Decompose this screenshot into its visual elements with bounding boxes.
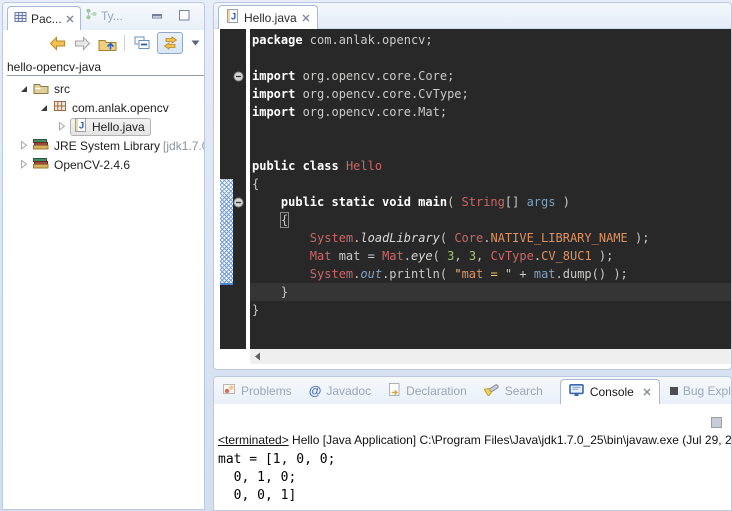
declaration-icon	[388, 383, 401, 399]
javadoc-at-icon: @	[309, 383, 322, 398]
java-file-icon: J	[74, 118, 87, 135]
code-line[interactable]: public static void main( String[] args )	[250, 193, 732, 211]
terminate-button[interactable]	[711, 417, 722, 431]
editor-tabbar: J Hello.java	[214, 3, 731, 29]
tree-item-project[interactable]: hello-opencv-java	[7, 58, 205, 76]
package-icon	[53, 100, 67, 115]
editor-panel: J Hello.java package com.anlak.opencv; im…	[213, 2, 732, 370]
tab-type-hierarchy[interactable]: Ty...	[85, 8, 123, 23]
code-line[interactable]: import org.opencv.core.Core;	[250, 67, 732, 85]
code-line[interactable]	[250, 49, 732, 67]
tree-item-package[interactable]: com.anlak.opencv	[39, 98, 169, 117]
library-decoration: [jdk1.7.0	[163, 139, 205, 153]
terminated-label: <terminated>	[218, 433, 289, 447]
collapse-all-button[interactable]	[132, 33, 152, 53]
close-icon[interactable]	[302, 11, 310, 25]
code-line[interactable]: }	[250, 301, 732, 319]
bug-explorer-icon	[670, 384, 678, 398]
svg-text:J: J	[79, 121, 84, 132]
console-output-line: mat = [1, 0, 0;	[218, 451, 335, 469]
code-line[interactable]: Mat mat = Mat.eye( 3, 3, CvType.CV_8UC1 …	[250, 247, 732, 265]
collapsed-arrow-icon[interactable]	[57, 122, 66, 131]
library-icon	[33, 157, 49, 173]
console-output: mat = [1, 0, 0; 0, 1, 0; 0, 0, 1]	[218, 451, 335, 505]
code-line[interactable]: System.out.println( "mat = " + mat.dump(…	[250, 265, 732, 283]
annotation-ruler[interactable]	[220, 29, 246, 349]
tab-problems[interactable]: Problems	[222, 383, 292, 398]
tree-item-jre-library[interactable]: JRE System Library [jdk1.7.0	[19, 136, 205, 155]
view-tabbar: Pac... Ty...	[3, 3, 204, 30]
tree-item-hello-java[interactable]: J Hello.java	[57, 117, 151, 136]
tab-label: Pac...	[31, 12, 62, 26]
console-body: <terminated> Hello [Java Application] C:…	[214, 404, 731, 511]
tab-bug-explorer[interactable]: Bug Explorer	[670, 384, 732, 398]
editor-tab-hello-java[interactable]: J Hello.java	[218, 5, 318, 29]
tab-declaration[interactable]: Declaration	[388, 383, 467, 399]
fold-collapse-icon[interactable]	[233, 197, 244, 211]
expanded-arrow-icon[interactable]	[39, 104, 48, 112]
link-with-editor-button[interactable]	[157, 32, 183, 54]
minimize-icon[interactable]	[152, 10, 163, 24]
tab-label: Ty...	[101, 9, 123, 23]
library-icon	[33, 138, 49, 154]
code-line[interactable]: import org.opencv.core.Mat;	[250, 103, 732, 121]
scroll-left-arrow-icon[interactable]	[254, 350, 261, 364]
go-up-button[interactable]	[97, 33, 117, 53]
horizontal-scrollbar[interactable]	[250, 349, 732, 364]
console-tabbar: Problems @ Javadoc Declaration Search Co…	[214, 377, 731, 404]
console-panel: Problems @ Javadoc Declaration Search Co…	[213, 376, 732, 511]
svg-text:J: J	[231, 12, 236, 23]
code-line[interactable]: }	[250, 283, 732, 301]
tab-console[interactable]: Console	[560, 379, 660, 404]
collapsed-arrow-icon[interactable]	[19, 160, 28, 169]
tab-package-explorer[interactable]: Pac...	[7, 6, 81, 30]
tab-javadoc[interactable]: @ Javadoc	[309, 383, 371, 398]
code-line[interactable]: {	[250, 211, 732, 229]
code-line[interactable]	[250, 121, 732, 139]
code-line[interactable]: import org.opencv.core.CvType;	[250, 85, 732, 103]
selected-item-box: J Hello.java	[70, 118, 151, 136]
project-tree: hello-opencv-java src com.anlak.opencv J…	[3, 56, 204, 60]
console-output-line: 0, 0, 1]	[218, 487, 335, 505]
toolbar-separator	[124, 35, 125, 51]
back-button[interactable]	[47, 33, 67, 53]
fold-collapse-icon[interactable]	[233, 71, 244, 85]
forward-button[interactable]	[72, 33, 92, 53]
launch-detail: Hello [Java Application] C:\Program File…	[289, 433, 732, 447]
console-status-line: <terminated> Hello [Java Application] C:…	[218, 433, 732, 447]
code-line[interactable]: public class Hello	[250, 157, 732, 175]
collapsed-arrow-icon[interactable]	[19, 141, 28, 150]
code-editor[interactable]: package com.anlak.opencv; import org.open…	[250, 29, 732, 349]
tab-search[interactable]: Search	[484, 382, 543, 399]
close-icon[interactable]	[66, 12, 74, 26]
package-explorer-panel: Pac... Ty...	[2, 2, 205, 510]
problems-icon	[222, 383, 236, 398]
code-line[interactable]	[250, 139, 732, 157]
editor-tab-label: Hello.java	[244, 11, 297, 25]
tree-item-src[interactable]: src	[19, 79, 70, 98]
search-icon	[484, 382, 500, 399]
expanded-arrow-icon[interactable]	[19, 85, 28, 93]
code-line[interactable]: {	[250, 175, 732, 193]
type-hierarchy-icon	[85, 8, 97, 23]
console-output-line: 0, 1, 0;	[218, 469, 335, 487]
tree-item-opencv-library[interactable]: OpenCV-2.4.6	[19, 155, 130, 174]
code-line[interactable]: package com.anlak.opencv;	[250, 31, 732, 49]
maximize-icon[interactable]	[179, 10, 190, 24]
source-folder-icon	[33, 81, 49, 97]
close-icon[interactable]	[643, 385, 651, 399]
editor-content: package com.anlak.opencv; import org.open…	[214, 29, 732, 349]
package-explorer-icon	[14, 11, 27, 26]
package-explorer-toolbar	[3, 30, 204, 56]
method-range-indicator	[220, 179, 233, 285]
java-file-icon: J	[226, 9, 239, 26]
code-line[interactable]: System.loadLibrary( Core.NATIVE_LIBRARY_…	[250, 229, 732, 247]
view-menu-icon[interactable]	[188, 33, 202, 53]
console-icon	[569, 384, 585, 400]
